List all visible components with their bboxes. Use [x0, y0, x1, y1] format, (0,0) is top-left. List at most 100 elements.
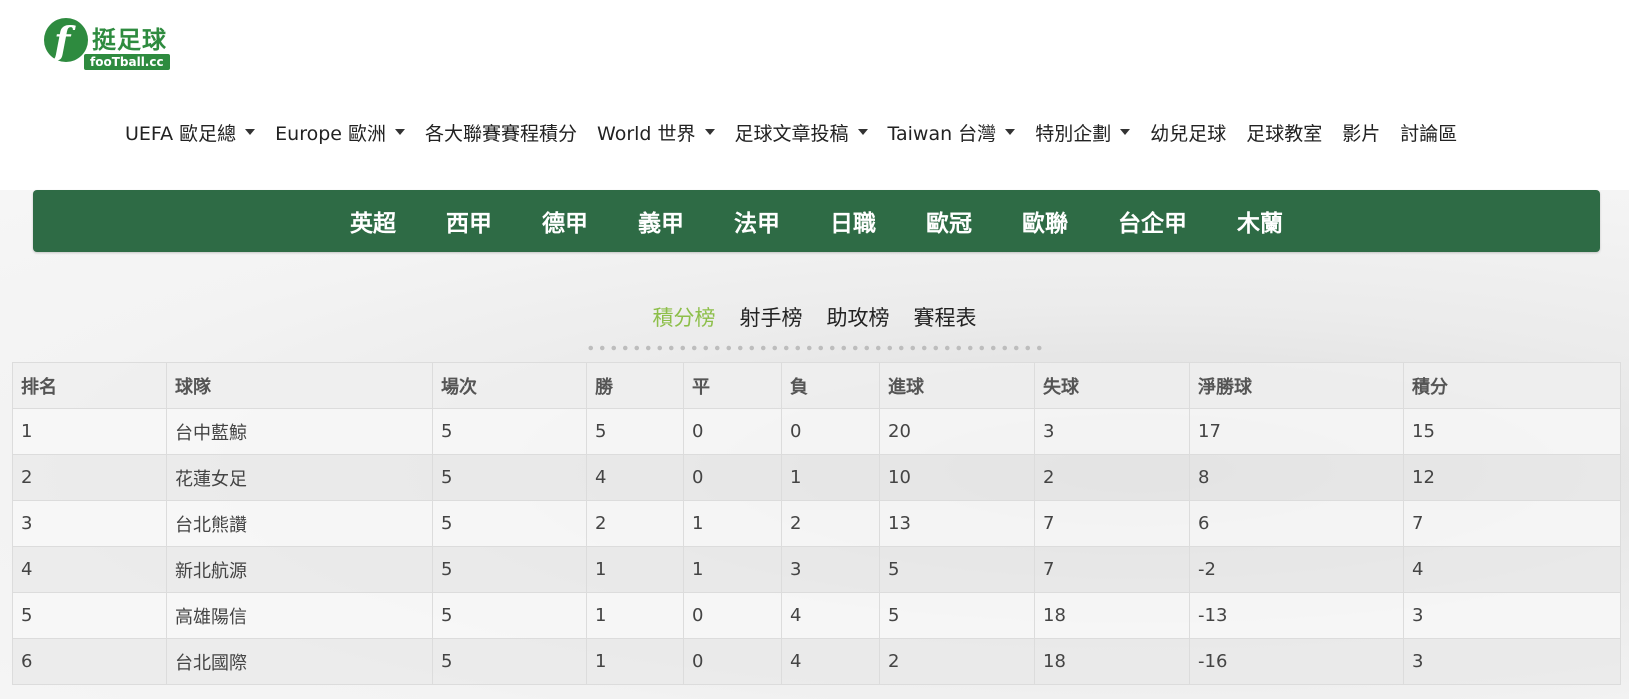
nav-item-10[interactable]: 討論區: [1390, 119, 1467, 146]
league-tab-0[interactable]: 英超: [350, 204, 396, 238]
table-cell: 6: [1189, 500, 1404, 547]
table-cell: 5: [432, 592, 587, 639]
standings-tabs: 積分榜 射手榜 助攻榜 賽程表: [0, 302, 1629, 332]
table-cell: 高雄陽信: [166, 592, 433, 639]
dotted-divider: [585, 345, 1042, 351]
table-cell: 5: [879, 592, 1035, 639]
league-tab-1[interactable]: 西甲: [446, 204, 492, 238]
table-cell: 4: [12, 546, 167, 593]
caret-down-icon: [395, 129, 405, 135]
table-cell: 15: [1403, 408, 1621, 455]
nav-item-0[interactable]: UEFA 歐足總: [115, 119, 265, 146]
subtab-2[interactable]: 助攻榜: [827, 302, 890, 332]
caret-down-icon: [245, 129, 256, 135]
league-tab-4[interactable]: 法甲: [734, 204, 780, 238]
league-tab-7[interactable]: 歐聯: [1022, 204, 1068, 238]
column-header: 進球: [879, 362, 1035, 409]
table-cell: 12: [1403, 454, 1621, 501]
table-row: 5 高雄陽信 5 1 0 4 5 18 -13 3: [12, 592, 1621, 639]
table-cell: 1: [12, 408, 167, 455]
table-cell: 20: [879, 408, 1035, 455]
table-cell: 5: [432, 638, 587, 685]
table-cell: 13: [879, 500, 1035, 547]
nav-item-2[interactable]: 各大聯賽賽程積分: [415, 119, 587, 146]
nav-item-3[interactable]: World 世界: [587, 119, 725, 146]
table-row: 1 台中藍鯨 5 5 0 0 20 3 17 15: [12, 408, 1621, 455]
table-cell: 台北熊讚: [166, 500, 433, 547]
caret-down-icon: [857, 129, 868, 135]
logo-initial: f: [54, 18, 71, 63]
table-row: 2 花蓮女足 5 4 0 1 10 2 8 12: [12, 454, 1621, 501]
nav-item-8[interactable]: 足球教室: [1236, 119, 1332, 146]
caret-down-icon: [704, 129, 715, 135]
table-cell: 2: [586, 500, 684, 547]
table-cell: 7: [1034, 500, 1190, 547]
table-cell: 5: [432, 546, 587, 593]
subtab-3[interactable]: 賽程表: [914, 302, 977, 332]
column-header: 勝: [586, 362, 684, 409]
table-cell: 7: [1034, 546, 1190, 593]
league-bar: 英超 西甲 德甲 義甲 法甲 日職 歐冠 歐聯 台企甲 木蘭: [33, 190, 1600, 252]
nav-item-label: World 世界: [597, 122, 696, 145]
standings-table: 排名 球隊 場次勝平負進球 失球 淨勝球 積分 1 台中藍鯨 5 5 0 0 20 3 17 15 2 花蓮女足…: [12, 362, 1621, 685]
nav-item-label: UEFA 歐足總: [125, 122, 237, 145]
table-cell: 5: [12, 592, 167, 639]
table-cell: 0: [683, 408, 782, 455]
table-cell: 2: [1034, 454, 1190, 501]
nav-item-label: 足球教室: [1246, 122, 1323, 145]
league-tab-2[interactable]: 德甲: [542, 204, 588, 238]
league-tab-3[interactable]: 義甲: [638, 204, 684, 238]
nav-item-label: 討論區: [1400, 122, 1458, 145]
table-cell: 1: [586, 638, 684, 685]
table-cell: 6: [12, 638, 167, 685]
table-cell: 0: [683, 638, 782, 685]
table-cell: 5: [432, 408, 587, 455]
table-cell: 3: [12, 500, 167, 547]
table-cell: 台北國際: [166, 638, 433, 685]
table-row: 4 新北航源 5 1 1 3 5 7 -2 4: [12, 546, 1621, 593]
column-header: 排名: [12, 362, 167, 409]
subtab-0[interactable]: 積分榜: [653, 302, 716, 332]
nav-item-5[interactable]: Taiwan 台灣: [878, 119, 1026, 146]
nav-item-6[interactable]: 特別企劃: [1025, 119, 1140, 146]
nav-item-1[interactable]: Europe 歐洲: [265, 119, 415, 146]
column-header: 積分: [1403, 362, 1621, 409]
table-cell: 3: [1403, 592, 1621, 639]
table-header-row: 排名 球隊 場次勝平負進球 失球 淨勝球 積分: [12, 362, 1621, 409]
table-cell: 花蓮女足: [166, 454, 433, 501]
nav-item-9[interactable]: 影片: [1332, 119, 1390, 146]
main-nav: UEFA 歐足總 Europe 歐洲 各大聯賽賽程積分 World 世界 足球文章投稿 T…: [115, 112, 1467, 152]
site-logo[interactable]: f 挺足球 fooTball.cc: [40, 16, 190, 71]
column-header: 失球: [1034, 362, 1190, 409]
table-cell: 4: [781, 592, 880, 639]
league-tab-6[interactable]: 歐冠: [926, 204, 972, 238]
league-tab-5[interactable]: 日職: [830, 204, 876, 238]
caret-down-icon: [1005, 129, 1016, 135]
subtab-1[interactable]: 射手榜: [740, 302, 803, 332]
table-cell: 4: [781, 638, 880, 685]
table-body: 1 台中藍鯨 5 5 0 0 20 3 17 15 2 花蓮女足 5 4 0 1 10 2 8 12 3 台北熊讚 5 2 1 2…: [12, 408, 1621, 685]
logo-english-text: fooTball.cc: [84, 54, 170, 70]
table-cell: 18: [1034, 592, 1190, 639]
table-cell: 1: [781, 454, 880, 501]
league-tab-8[interactable]: 台企甲: [1118, 204, 1187, 238]
table-cell: -2: [1189, 546, 1404, 593]
nav-item-label: 各大聯賽賽程積分: [425, 122, 578, 145]
table-cell: 1: [586, 546, 684, 593]
nav-item-label: 影片: [1342, 122, 1381, 145]
table-cell: -13: [1189, 592, 1404, 639]
table-cell: 5: [586, 408, 684, 455]
column-header: 平: [683, 362, 782, 409]
table-cell: 0: [683, 454, 782, 501]
nav-item-label: 足球文章投稿: [734, 122, 849, 145]
league-tab-9[interactable]: 木蘭: [1237, 204, 1283, 238]
column-header: 球隊: [166, 362, 433, 409]
column-header: 場次: [432, 362, 587, 409]
nav-item-label: 幼兒足球: [1150, 122, 1227, 145]
nav-item-7[interactable]: 幼兒足球: [1140, 119, 1236, 146]
table-cell: 17: [1189, 408, 1404, 455]
table-cell: 1: [683, 500, 782, 547]
nav-item-4[interactable]: 足球文章投稿: [725, 119, 878, 146]
logo-chinese-text: 挺足球: [92, 26, 167, 54]
nav-item-label: 特別企劃: [1035, 122, 1112, 145]
